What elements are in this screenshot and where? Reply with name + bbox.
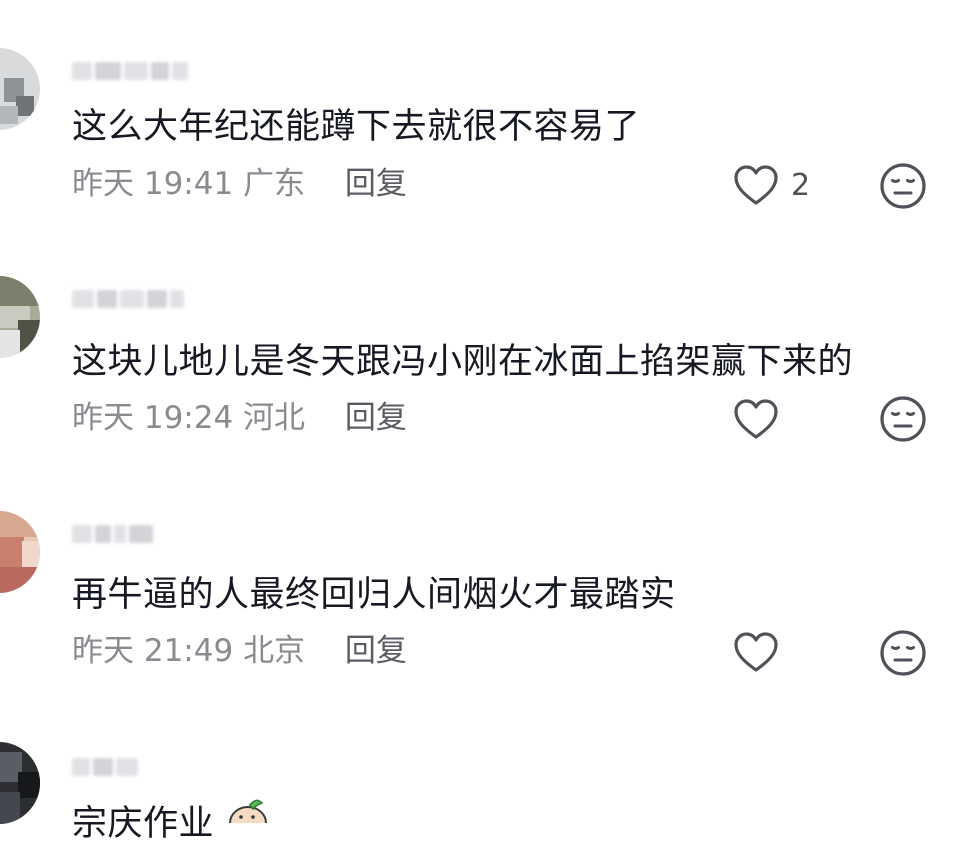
comment-location: 河北 <box>243 400 306 436</box>
comment-date: 昨天 <box>72 633 134 669</box>
comment-text: 再牛逼的人最终回归人间烟火才最踏实 <box>72 575 676 615</box>
heart-outline-icon <box>733 631 779 673</box>
username[interactable] <box>72 286 184 312</box>
like-button[interactable]: 2 <box>733 160 810 210</box>
comment-meta: 昨天 19:24 河北 回复 <box>72 398 407 438</box>
comment-meta: 昨天 19:41 广东 回复 <box>72 164 407 204</box>
avatar[interactable] <box>0 276 40 358</box>
like-count: 2 <box>791 167 811 203</box>
comment-date: 昨天 <box>72 166 134 202</box>
reply-button[interactable]: 回复 <box>345 166 407 202</box>
comment-text: 宗庆作业 <box>72 801 214 847</box>
neutral-face-icon <box>878 396 928 448</box>
comment-text: 这么大年纪还能蹲下去就很不容易了 <box>72 107 641 147</box>
comment-text-content: 宗庆作业 <box>72 804 215 844</box>
comment-item: 这么大年纪还能蹲下去就很不容易了 昨天 19:41 广东 回复 2 <box>0 0 960 230</box>
comment-item: 这块儿地儿是冬天跟冯小刚在冰面上掐架赢下来的 昨天 19:24 河北 回复 <box>0 230 960 465</box>
dislike-button[interactable] <box>878 394 928 444</box>
avatar[interactable] <box>0 742 40 824</box>
comment-item: 宗庆作业 <box>0 700 960 844</box>
comment-location: 北京 <box>243 633 306 669</box>
username[interactable] <box>72 58 188 84</box>
reply-button[interactable]: 回复 <box>345 400 407 436</box>
avatar[interactable] <box>0 48 40 130</box>
avatar[interactable] <box>0 511 40 593</box>
like-button[interactable] <box>733 627 791 677</box>
comment-time: 19:24 <box>143 400 234 436</box>
comment-location: 广东 <box>243 166 306 202</box>
comment-item: 再牛逼的人最终回归人间烟火才最踏实 昨天 21:49 北京 回复 <box>0 465 960 700</box>
comment-time: 19:41 <box>143 166 234 202</box>
neutral-face-icon <box>878 630 928 682</box>
heart-outline-icon <box>733 398 779 440</box>
reply-button[interactable]: 回复 <box>345 633 407 669</box>
dislike-button[interactable] <box>878 628 928 678</box>
dislike-button[interactable] <box>878 161 928 211</box>
comment-text: 这块儿地儿是冬天跟冯小刚在冰面上掐架赢下来的 <box>72 342 854 382</box>
emoji-sticker-icon <box>226 799 270 840</box>
comment-date: 昨天 <box>72 400 134 436</box>
username[interactable] <box>72 754 138 780</box>
comment-time: 21:49 <box>143 633 234 669</box>
heart-outline-icon <box>733 164 779 206</box>
neutral-face-icon <box>878 163 928 215</box>
username[interactable] <box>72 521 153 547</box>
comment-meta: 昨天 21:49 北京 回复 <box>72 631 407 671</box>
like-button[interactable] <box>733 394 791 444</box>
